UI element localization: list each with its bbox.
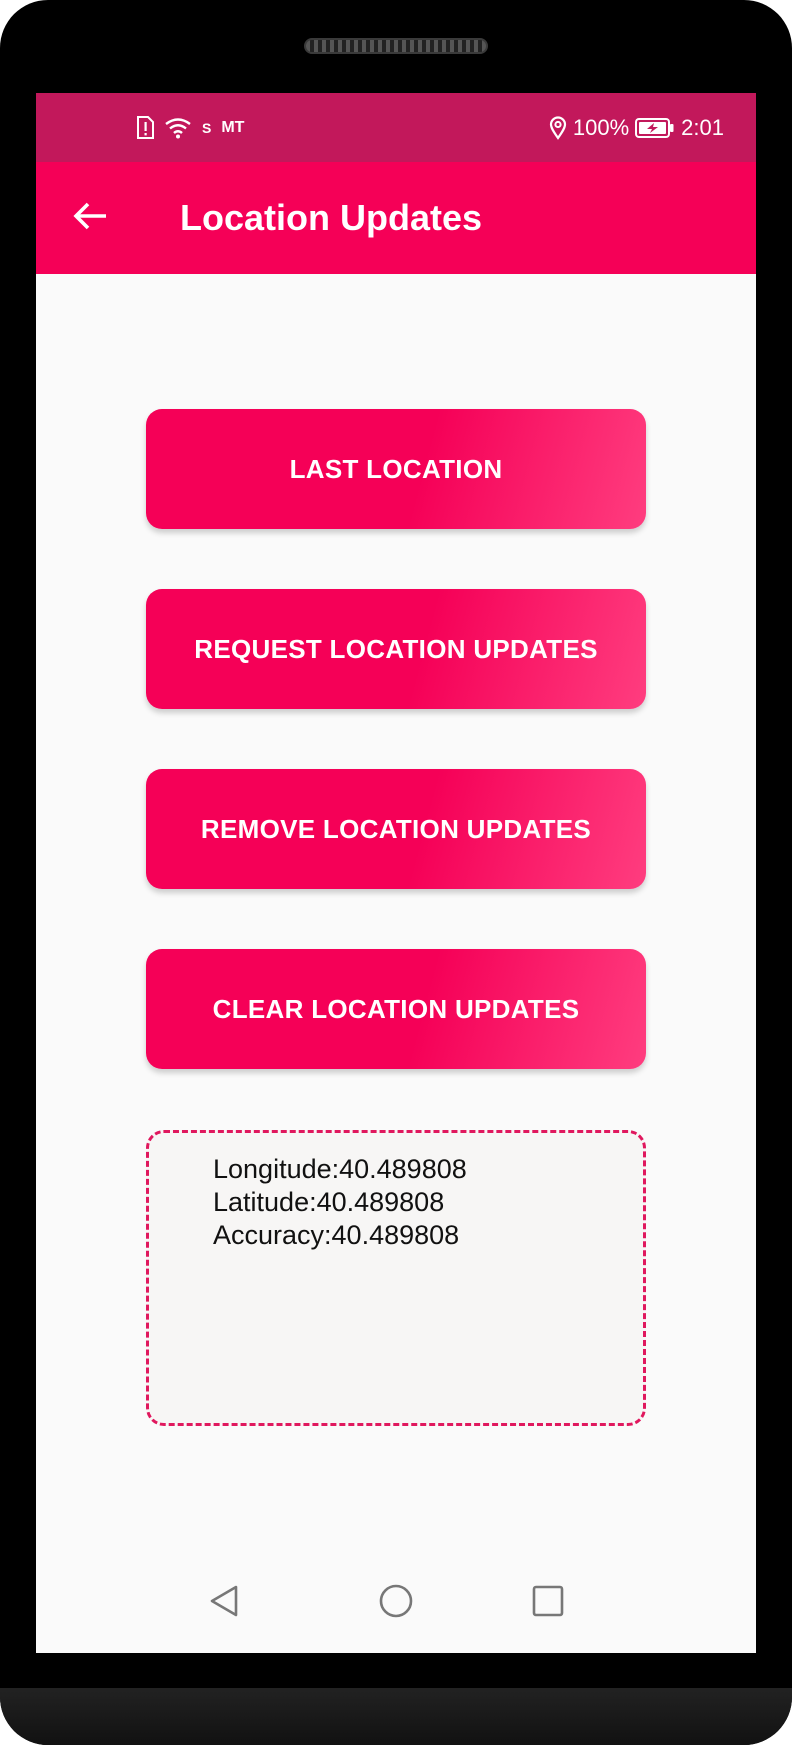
last-location-button[interactable]: LAST LOCATION — [146, 409, 646, 529]
phone-device-frame: S MT 100% 2:01 Location Updates LAST LOC… — [0, 0, 792, 1745]
nav-recents-button[interactable] — [526, 1581, 570, 1625]
square-recents-icon — [530, 1583, 566, 1624]
location-info-box: Longitude:40.489808 Latitude:40.489808 A… — [146, 1130, 646, 1426]
accuracy-text: Accuracy:40.489808 — [213, 1220, 460, 1250]
clock-time: 2:01 — [681, 114, 724, 140]
carrier-label: MT — [221, 118, 245, 136]
battery-percent: 100% — [572, 114, 630, 140]
status-bar: S MT 100% 2:01 — [36, 93, 756, 162]
triangle-back-icon — [206, 1583, 242, 1624]
latitude-text: Latitude:40.489808 — [213, 1187, 445, 1217]
status-bar-left: S MT — [136, 93, 244, 162]
phone-screen: S MT 100% 2:01 Location Updates LAST LOC… — [36, 93, 756, 1653]
remove-location-updates-button[interactable]: REMOVE LOCATION UPDATES — [146, 769, 646, 889]
app-bar: Location Updates — [36, 162, 756, 274]
status-small-label: S — [202, 119, 212, 136]
back-button[interactable] — [60, 188, 120, 248]
arrow-left-icon — [72, 201, 108, 236]
system-navigation-bar — [36, 1553, 756, 1653]
status-bar-right: 100% 2:01 — [549, 93, 724, 162]
request-location-updates-button[interactable]: REQUEST LOCATION UPDATES — [146, 589, 646, 709]
battery-charging-icon — [635, 117, 675, 139]
earpiece-speaker — [304, 38, 488, 54]
sim-alert-icon — [136, 115, 154, 140]
longitude-text: Longitude:40.489808 — [213, 1154, 467, 1184]
bottom-bezel — [0, 1688, 792, 1745]
page-title: Location Updates — [180, 197, 483, 238]
nav-back-button[interactable] — [202, 1581, 246, 1625]
clear-location-updates-button[interactable]: CLEAR LOCATION UPDATES — [146, 949, 646, 1069]
wifi-icon — [164, 117, 192, 139]
circle-home-icon — [378, 1583, 414, 1624]
location-pin-icon — [549, 115, 567, 140]
nav-home-button[interactable] — [374, 1581, 418, 1625]
location-info-text: Longitude:40.489808 Latitude:40.489808 A… — [213, 1153, 467, 1252]
